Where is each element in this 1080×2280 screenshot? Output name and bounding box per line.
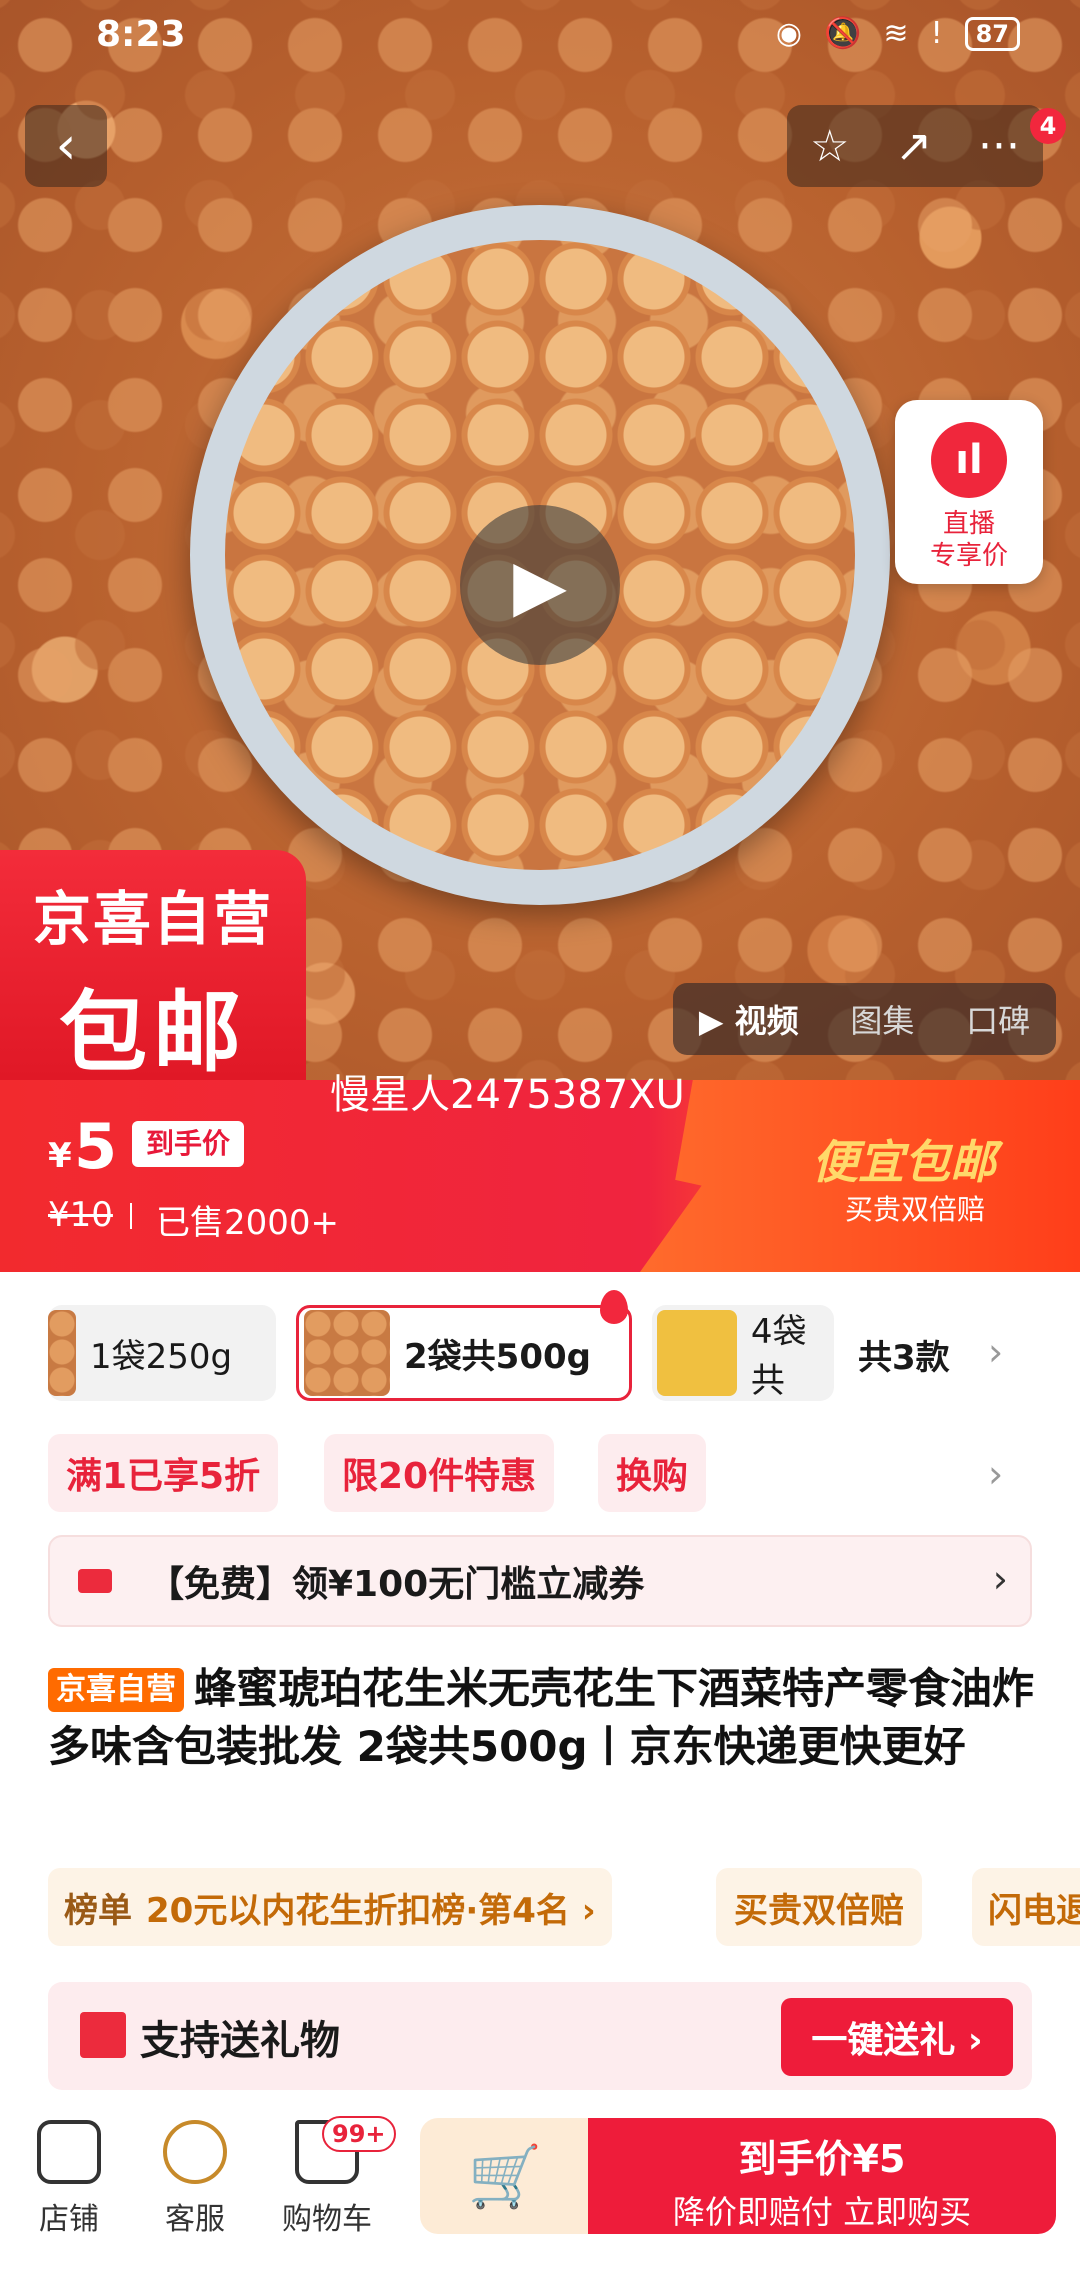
nav-service-label: 客服 [165, 2202, 225, 2237]
wifi-icon: ≋ [883, 16, 909, 51]
share-icon[interactable]: ↗ [895, 121, 932, 172]
coupon-icon [78, 1569, 112, 1593]
variant-thumbnail [657, 1310, 737, 1396]
customer-service-icon [163, 2120, 227, 2184]
ranking-pill[interactable]: 榜单 20元以内花生折扣榜·第4名 › [48, 1868, 612, 1946]
live-sublabel: 专享价 [929, 541, 1008, 571]
live-label: 直播 [942, 509, 995, 539]
media-tabs: ▶ 视频 图集 口碑 [673, 983, 1056, 1055]
send-gift-button[interactable]: 一键送礼 › [781, 1998, 1013, 2076]
variant-label: 4袋共 [750, 1312, 807, 1401]
variant-option[interactable]: 1袋250g [48, 1305, 276, 1401]
tab-reviews[interactable]: 口碑 [966, 996, 1030, 1042]
price-divider [130, 1203, 132, 1229]
buy-main-label: 到手价¥5 [738, 2137, 906, 2181]
nav-cart-label: 购物车 [282, 2202, 372, 2237]
battery-icon: 87 [964, 16, 1020, 51]
product-title-block: 京喜自营 蜂蜜琥珀花生米无壳花生下酒菜特产零食油炸多味含包装批发 2袋共500g丨… [48, 1660, 1038, 1776]
status-icons: ◉ 🔕 ≋ ! 87 [776, 16, 1020, 51]
chevron-right-icon[interactable]: › [988, 1330, 1003, 1374]
live-price-card[interactable]: ıl 直播 专享价 [895, 400, 1043, 584]
play-video-button[interactable]: ▶ [460, 505, 620, 665]
refund-pill[interactable]: 闪电退 [972, 1868, 1080, 1946]
product-title: 蜂蜜琥珀花生米无壳花生下酒菜特产零食油炸多味含包装批发 2袋共500g丨京东快递… [48, 1664, 1035, 1771]
promo-box: 京喜自营 包邮 [0, 850, 306, 1084]
live-bars-icon: ıl [931, 422, 1007, 498]
gift-text: 支持送礼物 [140, 2018, 340, 2064]
coupon-banner[interactable]: 【免费】领¥100无门槛立减券 › [48, 1535, 1032, 1627]
top-action-group: ☆ ↗ ··· [787, 105, 1043, 187]
back-button[interactable]: ‹ [25, 105, 107, 187]
promo-tag[interactable]: 满1已享5折 [48, 1434, 279, 1512]
variant-count[interactable]: 共3款 [858, 1330, 950, 1379]
status-bar: 8:23 ◉ 🔕 ≋ ! 87 [0, 0, 1080, 72]
cheap-banner-title[interactable]: 便宜包邮 [812, 1126, 996, 1192]
variant-thumbnail [48, 1310, 76, 1396]
cheap-banner-subtitle: 买贵双倍赔 [845, 1193, 986, 1226]
chevron-right-icon[interactable]: › [988, 1452, 1003, 1496]
price-tag: 到手价 [132, 1121, 245, 1167]
notification-badge: 4 [1030, 108, 1066, 144]
promo-tag[interactable]: 换购 [598, 1434, 707, 1512]
variant-option[interactable]: 4袋共 [652, 1305, 834, 1401]
variant-label: 1袋250g [90, 1336, 233, 1377]
coupon-text: 【免费】领¥100无门槛立减券 [148, 1564, 645, 1605]
promo-line1: 京喜自营 [32, 885, 273, 953]
price-currency: ¥ [48, 1136, 72, 1176]
nav-store-label: 店铺 [39, 2202, 99, 2237]
ranking-text: 20元以内花生折扣榜·第4名 › [146, 1890, 596, 1931]
gift-section: 支持送礼物 一键送礼 › [48, 1982, 1032, 2090]
promo-tag[interactable]: 限20件特惠 [324, 1434, 555, 1512]
nav-store[interactable]: 店铺 [14, 2120, 124, 2238]
self-operated-badge: 京喜自营 [48, 1668, 184, 1712]
ranking-label: 榜单 [64, 1890, 132, 1931]
buy-now-button[interactable]: 到手价¥5 降价即赔付 立即购买 [588, 2118, 1056, 2234]
tab-video[interactable]: ▶ 视频 [699, 996, 799, 1042]
nav-service[interactable]: 客服 [140, 2120, 250, 2238]
add-cart-icon: 🛒 [467, 2141, 543, 2212]
guarantee-pill[interactable]: 买贵双倍赔 [716, 1868, 922, 1946]
tab-gallery[interactable]: 图集 [850, 996, 914, 1042]
variant-thumbnail [304, 1310, 390, 1396]
eye-icon: ◉ [775, 16, 803, 51]
alert-icon: ! [930, 16, 943, 51]
cart-badge: 99+ [322, 2116, 396, 2152]
sold-count: 已售2000+ [156, 1203, 340, 1243]
old-price: ¥10 [48, 1195, 113, 1235]
chevron-right-icon: › [992, 1557, 1008, 1601]
promo-line2: 包邮 [58, 981, 247, 1084]
buy-sub-label: 降价即赔付 立即购买 [672, 2193, 972, 2231]
hot-flame-icon [600, 1290, 628, 1324]
gift-icon [80, 2012, 126, 2058]
store-icon [37, 2120, 101, 2184]
price-value: 5 [74, 1110, 118, 1183]
variant-option-selected[interactable]: 2袋共500g [296, 1305, 632, 1401]
mute-icon: 🔕 [824, 16, 862, 51]
watermark: 慢星人2475387XU [330, 1072, 685, 1118]
add-to-cart-button[interactable]: 🛒 [420, 2118, 590, 2234]
favorite-star-icon[interactable]: ☆ [810, 121, 849, 172]
status-time: 8:23 [96, 14, 186, 55]
more-icon[interactable]: ··· [978, 121, 1020, 172]
variant-label: 2袋共500g [404, 1336, 591, 1377]
